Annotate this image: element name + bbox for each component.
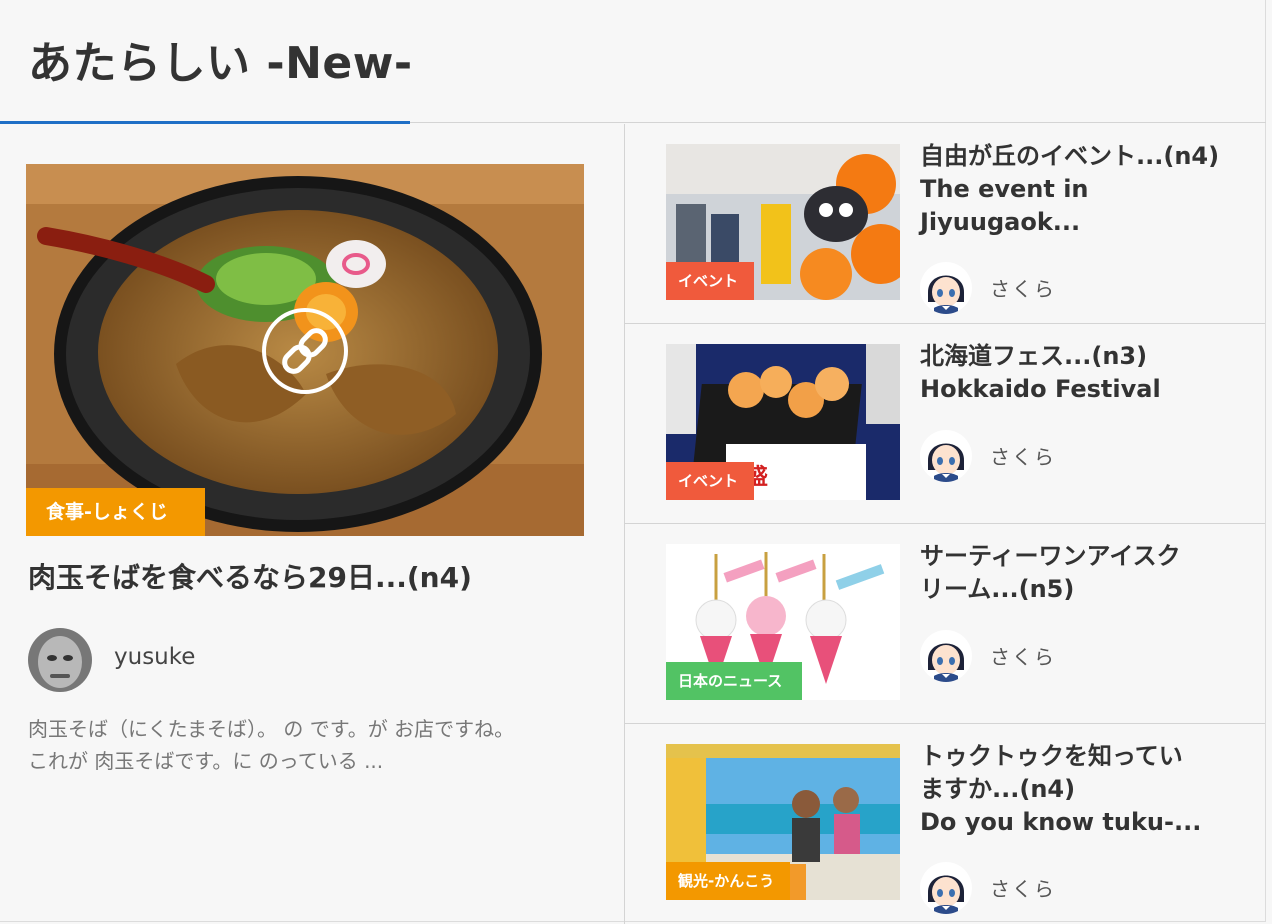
anime-avatar bbox=[920, 430, 972, 482]
featured-post-excerpt: 肉玉そば（にくたまそば）。 の です。が お店ですね。 これが 肉玉そばです。に… bbox=[28, 717, 591, 773]
post-title-line: リーム...(n5) bbox=[920, 575, 1075, 603]
post-thumbnail[interactable]: 盛 イベント bbox=[666, 344, 900, 500]
post-title-line: ますか...(n4) bbox=[920, 775, 1076, 803]
list-item: 観光-かんこう トゥクトゥクを知ってい ますか...(n4) Do you kn… bbox=[625, 724, 1265, 924]
post-title[interactable]: サーティーワンアイスク リーム...(n5) bbox=[920, 540, 1240, 606]
post-title-line: トゥクトゥクを知ってい bbox=[920, 742, 1183, 770]
anime-avatar bbox=[920, 862, 972, 914]
section-title: あたらしい -New- bbox=[28, 38, 413, 89]
post-title-line: Do you know tuku-... bbox=[920, 808, 1202, 836]
link-icon bbox=[262, 308, 348, 394]
avatar-photo bbox=[28, 628, 92, 692]
category-label[interactable]: イベント bbox=[666, 262, 754, 300]
anime-avatar bbox=[920, 262, 972, 314]
author-avatar[interactable] bbox=[920, 430, 972, 482]
author-name[interactable]: yusuke bbox=[114, 644, 195, 670]
post-thumbnail[interactable]: 日本のニュース bbox=[666, 544, 900, 700]
list-item: イベント 自由が丘のイベント...(n4) The event in Jiyuu… bbox=[625, 124, 1265, 324]
post-title-line: サーティーワンアイスク bbox=[920, 542, 1181, 570]
author-avatar[interactable] bbox=[28, 628, 92, 692]
author-name[interactable]: さくら bbox=[990, 641, 1056, 670]
post-title-line: 北海道フェス...(n3) bbox=[920, 342, 1148, 370]
author-avatar[interactable] bbox=[920, 262, 972, 314]
author-avatar[interactable] bbox=[920, 862, 972, 914]
featured-post-title[interactable]: 肉玉そばを食べるなら29日...(n4) bbox=[28, 556, 472, 596]
post-title-line: 自由が丘のイベント...(n4) bbox=[920, 142, 1220, 170]
category-label[interactable]: 日本のニュース bbox=[666, 662, 802, 700]
category-label[interactable]: 食事-しょくじ bbox=[26, 488, 205, 536]
author-name[interactable]: さくら bbox=[990, 273, 1056, 302]
post-thumbnail[interactable]: 観光-かんこう bbox=[666, 744, 900, 900]
author-avatar[interactable] bbox=[920, 630, 972, 682]
author-name[interactable]: さくら bbox=[990, 441, 1056, 470]
featured-thumbnail[interactable]: 食事-しょくじ bbox=[26, 164, 584, 536]
post-title-line: Jiyuugaok... bbox=[920, 208, 1081, 236]
post-thumbnail[interactable]: イベント bbox=[666, 144, 900, 300]
anime-avatar bbox=[920, 630, 972, 682]
list-item: 盛 イベント 北海道フェス...(n3) Hokkaido Festival さ… bbox=[625, 324, 1265, 524]
post-title-line: The event in bbox=[920, 175, 1089, 203]
post-title[interactable]: 北海道フェス...(n3) Hokkaido Festival bbox=[920, 340, 1240, 406]
post-title[interactable]: 自由が丘のイベント...(n4) The event in Jiyuugaok.… bbox=[920, 140, 1240, 239]
list-item: 日本のニュース サーティーワンアイスク リーム...(n5) さくら bbox=[625, 524, 1265, 724]
post-title[interactable]: トゥクトゥクを知ってい ますか...(n4) Do you know tuku-… bbox=[920, 740, 1240, 839]
category-label[interactable]: 観光-かんこう bbox=[666, 862, 790, 900]
category-label[interactable]: イベント bbox=[666, 462, 754, 500]
author-name[interactable]: さくら bbox=[990, 873, 1056, 902]
title-underline-accent bbox=[0, 121, 410, 124]
post-title-line: Hokkaido Festival bbox=[920, 375, 1161, 403]
